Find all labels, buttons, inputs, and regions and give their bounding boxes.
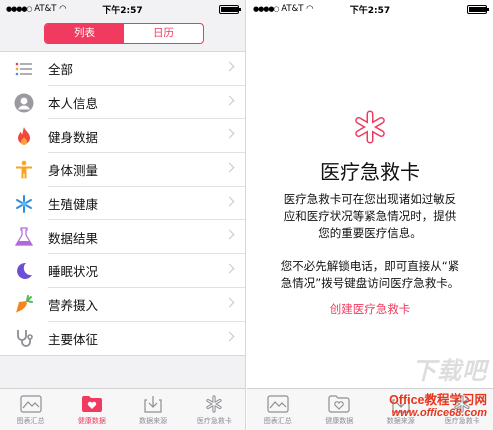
list-item-body-measurements[interactable]: 身体测量 — [0, 153, 245, 187]
download-icon — [144, 396, 162, 413]
health-data-screen: ●●●●○ AT&T ◠ 下午2:57 列表 日历 全部 本人信息 健身数据 身… — [0, 0, 246, 430]
status-time: 下午2:57 — [349, 6, 391, 16]
unlock-note-paragraph: 您不必先解锁电话，即可直接从“紧 急情况”拨号键盘访问医疗急救卡。 — [280, 259, 460, 290]
battery-icon — [219, 5, 241, 14]
category-list: 全部 本人信息 健身数据 身体测量 生殖健康 数据结果 睡眠状况 营养摄入 主要… — [0, 51, 245, 357]
list-item-label: 本人信息 — [48, 96, 99, 112]
description-paragraph: 医疗急救卡可在您出现诸如过敏反 应和医疗状况等紧急情况时，提供 您的重要医疗信息… — [283, 192, 457, 240]
person-icon — [0, 93, 48, 113]
list-item-results[interactable]: 数据结果 — [0, 220, 245, 254]
list-item-label: 数据结果 — [48, 230, 99, 246]
medical-id-screen: ●●●●○ AT&T ◠ 下午2:57 医疗急救卡 医疗急救卡可在您出现诸如过敏… — [247, 0, 493, 430]
status-time: 下午2:57 — [102, 6, 143, 16]
list-item-label: 睡眠状况 — [48, 264, 99, 280]
tab-health-data[interactable]: 健康数据 — [61, 389, 122, 430]
list-item-label: 营养摄入 — [48, 298, 99, 314]
carrot-icon — [0, 294, 48, 315]
flask-icon — [0, 227, 48, 247]
flame-icon — [0, 126, 48, 146]
stethoscope-icon — [0, 328, 48, 348]
segment-calendar[interactable]: 日历 — [124, 24, 203, 43]
body-icon — [0, 160, 48, 180]
battery-icon — [467, 5, 489, 14]
heart-folder-icon — [328, 395, 350, 413]
list-item-personal-info[interactable]: 本人信息 — [0, 86, 245, 120]
tab-dashboard[interactable]: 图表汇总 — [247, 389, 309, 430]
list-item-sleep[interactable]: 睡眠状况 — [0, 254, 245, 288]
tab-label: 医疗急救卡 — [196, 417, 232, 425]
tab-medical-id[interactable]: 医疗急救卡 — [184, 389, 245, 430]
heart-folder-icon — [81, 396, 102, 412]
tab-label: 图表汇总 — [263, 417, 292, 425]
snowflake-icon — [0, 194, 48, 214]
tab-label: 健康数据 — [325, 417, 354, 425]
medical-asterisk-icon — [247, 110, 493, 148]
list-item-vitals[interactable]: 主要体征 — [0, 322, 245, 356]
list-item-reproductive-health[interactable]: 生殖健康 — [0, 187, 245, 221]
watermark-text: 下载吧 — [412, 356, 487, 385]
create-medical-id-link[interactable]: 创建医疗急救卡 — [247, 301, 493, 317]
list-item-label: 身体测量 — [48, 163, 99, 179]
list-item-nutrition[interactable]: 营养摄入 — [0, 288, 245, 322]
site-watermark: Office教程学习网 www.office68.com — [389, 393, 487, 420]
segmented-control: 列表 日历 — [44, 23, 204, 44]
page-title: 医疗急救卡 — [320, 160, 420, 184]
list-item-label: 全部 — [48, 62, 74, 78]
tab-label: 健康数据 — [77, 417, 106, 425]
list-item-label: 健身数据 — [48, 129, 99, 145]
list-icon — [0, 61, 48, 77]
list-item-all[interactable]: 全部 — [0, 52, 245, 86]
tab-dashboard[interactable]: 图表汇总 — [0, 389, 61, 430]
status-bar: ●●●●○ AT&T ◠ 下午2:57 — [0, 0, 245, 18]
segment-list[interactable]: 列表 — [45, 24, 124, 43]
asterisk-icon — [206, 395, 222, 413]
moon-icon — [0, 261, 48, 281]
tab-label: 图表汇总 — [16, 417, 45, 425]
status-bar: ●●●●○ AT&T ◠ 下午2:57 — [247, 0, 493, 18]
chart-icon — [267, 395, 289, 413]
tab-sources[interactable]: 数据来源 — [123, 389, 184, 430]
tab-bar: 图表汇总 健康数据 数据来源 医疗急救卡 — [0, 388, 245, 430]
tab-health-data[interactable]: 健康数据 — [309, 389, 371, 430]
tab-label: 数据来源 — [139, 417, 168, 425]
list-item-fitness[interactable]: 健身数据 — [0, 119, 245, 153]
list-item-label: 主要体征 — [48, 331, 99, 347]
chart-icon — [20, 395, 42, 413]
list-item-label: 生殖健康 — [48, 197, 99, 213]
